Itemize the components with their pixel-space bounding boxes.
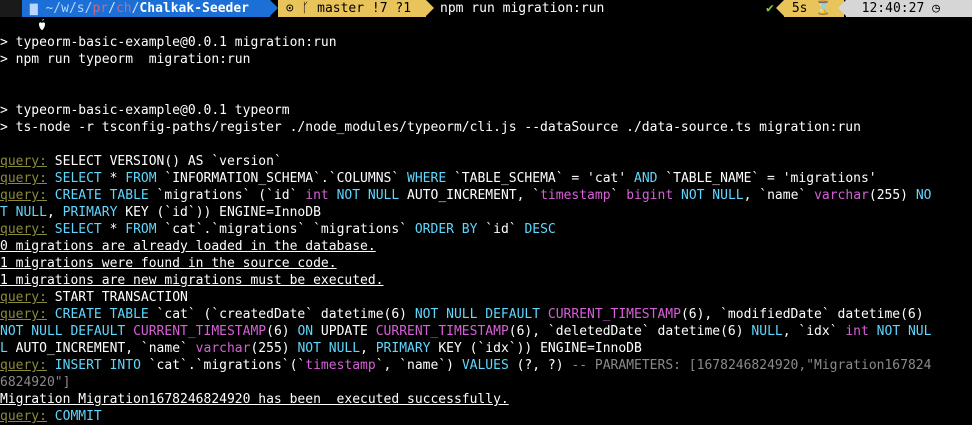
hourglass-icon: ⌛ [815, 1, 832, 16]
query-line-wrap: T NULL, PRIMARY KEY (`id`)) ENGINE=InnoD… [0, 205, 321, 220]
terminal-output: > typeorm-basic-example@0.0.1 migration:… [0, 34, 972, 425]
branch-icon: ᚴ [301, 1, 318, 16]
typed-command: npm run migration:run [440, 1, 605, 16]
info-line: 0 migrations are already loaded in the d… [0, 239, 376, 254]
output-line: > typeorm-basic-example@0.0.1 typeorm [0, 103, 290, 118]
powerline-separator [270, 0, 278, 16]
success-check-icon: ✔ [766, 1, 774, 16]
prompt-time: 12:40:27 ◷ [846, 0, 972, 17]
command-duration: 5s ⌛ [784, 0, 844, 17]
query-line: query: SELECT * FROM `INFORMATION_SCHEMA… [0, 171, 877, 186]
query-line-wrap: 6824920"] [0, 375, 71, 390]
powerline-separator [426, 0, 434, 16]
query-line: query: CREATE TABLE `migrations` (`id` i… [0, 188, 932, 203]
output-line: > typeorm-basic-example@0.0.1 migration:… [0, 35, 337, 50]
git-changes: !7 ?1 [371, 1, 412, 16]
query-line: query: SELECT * FROM `cat`.`migrations` … [0, 222, 556, 237]
query-line: query: INSERT INTO `cat`.`migrations`(`t… [0, 358, 932, 373]
output-line: > npm run typeorm migration:run [0, 52, 251, 67]
working-directory: ▆ ~/w/s/pr/ch/Chalkak-Seeder [22, 0, 270, 17]
output-line: > ts-node -r tsconfig-paths/register ./n… [0, 120, 861, 135]
query-line: query: COMMIT [0, 409, 102, 424]
folder-icon: ▆ [22, 1, 46, 16]
powerline-separator [776, 0, 784, 16]
info-line: 1 migrations were found in the source co… [0, 256, 337, 271]
query-line-wrap: L AUTO_INCREMENT, `name` varchar(255) NO… [0, 341, 642, 356]
git-icon: ⊙ [278, 1, 302, 16]
info-line: 1 migrations are new migrations must be … [0, 273, 384, 288]
query-line-wrap: NOT NULL DEFAULT CURRENT_TIMESTAMP(6) ON… [0, 324, 932, 339]
git-status: ⊙ ᚴ master !7 ?1 [278, 0, 426, 17]
powerline-separator [838, 0, 846, 16]
query-line: query: SELECT VERSION() AS `version` [0, 154, 282, 169]
shell-prompt: ▆ ~/w/s/pr/ch/Chalkak-Seeder ⊙ ᚴ master … [0, 0, 972, 30]
apple-icon [0, 0, 46, 30]
current-folder: Chalkak-Seeder [139, 1, 249, 16]
info-line: Migration Migration1678246824920 has bee… [0, 392, 509, 407]
clock-icon: ◷ [932, 1, 940, 16]
query-line: query: CREATE TABLE `cat` (`createdDate`… [0, 307, 924, 322]
query-line: query: START TRANSACTION [0, 290, 188, 305]
git-branch: master [317, 1, 365, 16]
